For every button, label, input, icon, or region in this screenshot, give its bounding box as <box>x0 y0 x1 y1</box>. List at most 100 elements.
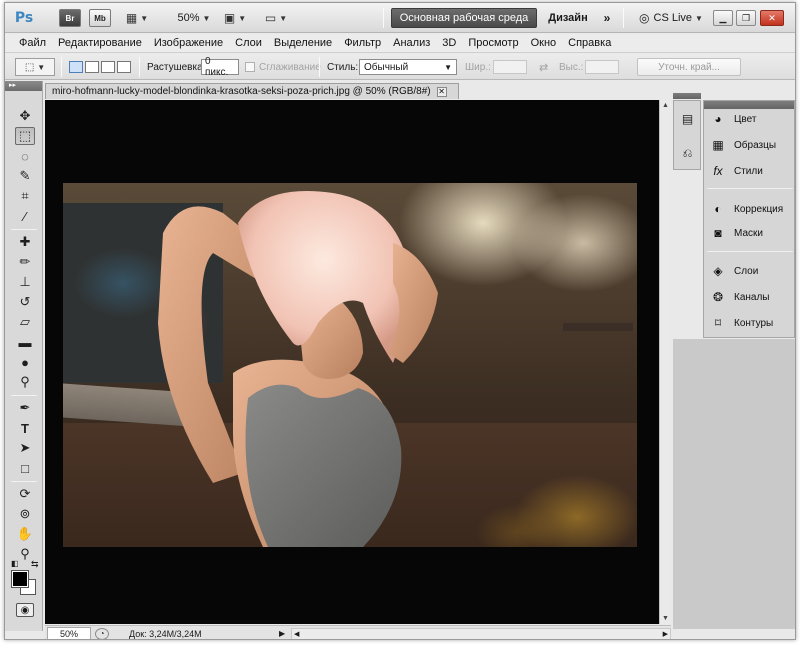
cs-live-menu[interactable]: ◎ CS Live ▼ <box>635 9 707 27</box>
menu-file[interactable]: Файл <box>13 37 52 49</box>
panel-adjustments[interactable]: ◐ Коррекция <box>710 199 783 219</box>
subtract-from-selection-icon[interactable] <box>101 61 115 73</box>
adjustments-icon: ◐ <box>714 202 722 216</box>
toolbox-grip[interactable]: ▸▸ <box>5 81 42 91</box>
brush-tool-icon[interactable]: ✏ <box>15 253 35 271</box>
history-icon[interactable]: ⎌ <box>679 145 696 161</box>
history-brush-tool-icon[interactable]: ↺ <box>15 293 35 311</box>
panel-layers[interactable]: ◈ Слои <box>710 261 758 281</box>
status-info-icon[interactable]: ◔ <box>95 627 109 639</box>
dodge-tool-icon[interactable]: ⚲ <box>15 373 35 391</box>
swap-dimensions-icon[interactable]: ⇄ <box>539 58 548 76</box>
panel-swatches-label: Образцы <box>734 139 777 151</box>
height-input[interactable] <box>585 60 619 74</box>
scroll-right-icon[interactable]: ▶ <box>663 630 668 638</box>
menu-edit[interactable]: Редактирование <box>52 37 148 49</box>
clone-stamp-tool-icon[interactable]: ⊥ <box>15 273 35 291</box>
antialias-checkbox[interactable] <box>245 62 255 72</box>
new-selection-icon[interactable] <box>69 61 83 73</box>
navigator-icon[interactable]: ▤ <box>679 111 696 127</box>
style-select[interactable]: Обычный ▼ <box>359 59 457 75</box>
default-colors-icon[interactable]: ◧ <box>11 559 19 568</box>
marquee-icon: ⬚ <box>24 61 35 73</box>
document-image[interactable] <box>63 183 637 547</box>
panel-swatches[interactable]: ▦ Образцы <box>710 135 776 155</box>
menu-view[interactable]: Просмотр <box>462 37 524 49</box>
horizontal-scrollbar[interactable]: ◀ ▶ <box>291 627 671 639</box>
close-document-icon[interactable]: ✕ <box>436 86 447 97</box>
scroll-up-icon[interactable]: ▲ <box>662 102 669 109</box>
menu-window[interactable]: Окно <box>525 37 563 49</box>
zoom-field[interactable]: 50% <box>47 627 91 639</box>
gradient-tool-icon[interactable]: ▬ <box>15 333 35 351</box>
panel-paths[interactable]: ⌑ Контуры <box>710 313 773 333</box>
hand-tool-icon[interactable]: ✋ <box>15 525 35 543</box>
pen-tool-icon[interactable]: ✒ <box>15 399 35 417</box>
divider <box>11 481 37 482</box>
width-input[interactable] <box>493 60 527 74</box>
panel-styles[interactable]: fx Стили <box>710 161 762 181</box>
tool-preset-picker[interactable]: ⬚ ▼ <box>15 58 55 76</box>
feather-input[interactable]: 0 пикс. <box>201 56 239 78</box>
restore-button[interactable]: ❐ <box>736 10 756 26</box>
swatches-icon: ▦ <box>712 138 724 152</box>
quick-selection-tool-icon[interactable]: ✎ <box>15 167 35 185</box>
lasso-tool-icon[interactable]: ◌ <box>15 147 35 165</box>
mini-bridge-button[interactable]: Mb <box>89 9 111 27</box>
add-to-selection-icon[interactable] <box>85 61 99 73</box>
antialias-label: Сглаживание <box>259 61 321 73</box>
divider <box>139 57 140 77</box>
healing-brush-tool-icon[interactable]: ✚ <box>15 233 35 251</box>
type-tool-icon[interactable]: T <box>15 419 35 437</box>
refine-edge-button[interactable]: Уточн. край... <box>637 58 741 76</box>
arrange-icon: ▣ <box>223 11 236 25</box>
scroll-down-icon[interactable]: ▼ <box>662 615 669 622</box>
menu-layer[interactable]: Слои <box>229 37 268 49</box>
menu-filter[interactable]: Фильтр <box>338 37 387 49</box>
vertical-scrollbar[interactable]: ▲ ▼ <box>659 100 671 624</box>
color-icon: ◕ <box>714 112 722 126</box>
document-tab[interactable]: miro-hofmann-lucky-model-blondinka-kraso… <box>45 83 459 99</box>
quick-mask-icon[interactable]: ◉ <box>16 603 34 617</box>
arrange-documents-button[interactable]: ▣ ▼ <box>219 9 251 27</box>
workspace-design-button[interactable]: Дизайн <box>543 9 593 27</box>
crop-tool-icon[interactable]: ⌗ <box>15 187 35 205</box>
panel-color-label: Цвет <box>734 113 757 125</box>
menu-analysis[interactable]: Анализ <box>387 37 436 49</box>
antialias-checkbox-group: Сглаживание <box>245 58 321 76</box>
panel-dock-grip[interactable] <box>704 101 794 109</box>
zoom-level-menu[interactable]: 50% ▼ <box>165 9 223 27</box>
scroll-left-icon[interactable]: ◀ <box>294 630 299 638</box>
style-label: Стиль: <box>327 61 359 73</box>
more-workspaces-button[interactable]: » <box>599 9 615 27</box>
panel-strip-grip[interactable] <box>673 93 701 99</box>
minimize-button[interactable]: ▁ <box>713 10 733 26</box>
3d-rotate-tool-icon[interactable]: ⟳ <box>15 485 35 503</box>
menu-select[interactable]: Выделение <box>268 37 338 49</box>
eraser-tool-icon[interactable]: ▱ <box>15 313 35 331</box>
workspace-essentials-button[interactable]: Основная рабочая среда <box>391 8 537 28</box>
3d-orbit-tool-icon[interactable]: ⊚ <box>15 505 35 523</box>
bridge-button[interactable]: Br <box>59 9 81 27</box>
panel-masks[interactable]: ◙ Маски <box>710 223 763 243</box>
layers-icon: ◈ <box>713 264 723 278</box>
foreground-color-swatch[interactable] <box>11 570 29 588</box>
swap-colors-icon[interactable]: ⇆ <box>31 559 39 570</box>
rectangular-marquee-tool-icon[interactable]: ⬚ <box>15 127 35 145</box>
screen-mode-button[interactable]: ▭ ▼ <box>259 9 293 27</box>
rectangle-shape-tool-icon[interactable]: □ <box>15 459 35 477</box>
blur-tool-icon[interactable]: ● <box>15 353 35 371</box>
status-menu-arrow-icon[interactable]: ▶ <box>279 629 289 638</box>
eyedropper-tool-icon[interactable]: ⁄ <box>15 207 35 225</box>
close-window-button[interactable]: ✕ <box>760 10 784 26</box>
intersect-selection-icon[interactable] <box>117 61 131 73</box>
move-tool-icon[interactable]: ✥ <box>15 107 35 125</box>
panel-channels[interactable]: ❂ Каналы <box>710 287 770 307</box>
panel-color[interactable]: ◕ Цвет <box>710 109 756 129</box>
menu-image[interactable]: Изображение <box>148 37 229 49</box>
menu-help[interactable]: Справка <box>562 37 617 49</box>
guides-menu-button[interactable]: ▦ ▼ <box>121 9 153 27</box>
menu-3d[interactable]: 3D <box>436 37 462 49</box>
restore-icon: ❐ <box>741 12 751 23</box>
path-selection-tool-icon[interactable]: ➤ <box>15 439 35 457</box>
